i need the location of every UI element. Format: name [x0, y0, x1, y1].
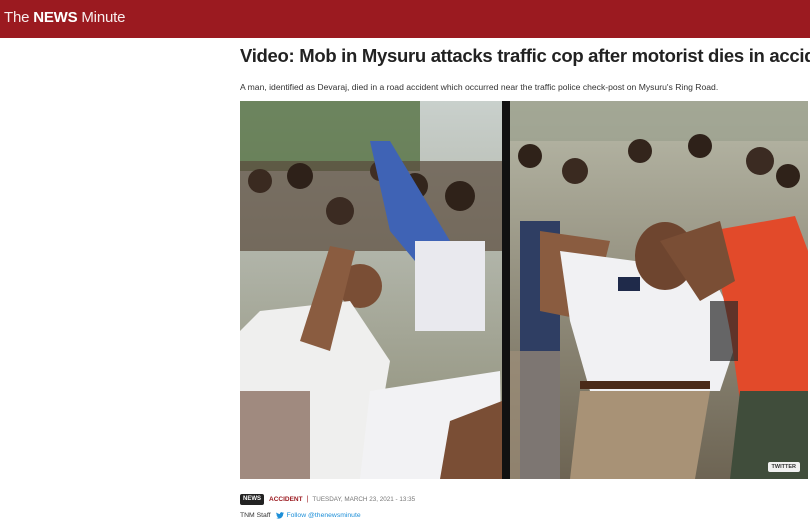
video-frame-image: [240, 101, 808, 479]
logo-text-suffix: Minute: [77, 9, 126, 26]
section-badge: NEWS: [240, 494, 264, 505]
article-video[interactable]: TWITTER: [240, 101, 808, 479]
article-summary: A man, identified as Devaraj, died in a …: [240, 82, 719, 92]
follow-label: Follow @thenewsminute: [286, 512, 361, 519]
twitter-bird-icon: [276, 512, 285, 519]
follow-twitter-link[interactable]: Follow @thenewsminute: [276, 512, 361, 519]
article-headline: Video: Mob in Mysuru attacks traffic cop…: [240, 45, 810, 66]
author-name[interactable]: TNM Staff: [240, 512, 270, 519]
twitter-source-badge: TWITTER: [767, 462, 800, 472]
article-meta: NEWS ACCIDENT | TUESDAY, MARCH 23, 2021 …: [240, 494, 415, 505]
category-link[interactable]: ACCIDENT: [269, 496, 303, 503]
publish-date: TUESDAY, MARCH 23, 2021 - 13:35: [312, 496, 416, 503]
site-logo[interactable]: The NEWS Minute: [4, 9, 125, 26]
meta-separator: |: [306, 496, 309, 503]
byline: TNM Staff Follow @thenewsminute: [240, 512, 361, 519]
site-header: The NEWS Minute: [0, 0, 810, 38]
logo-text-bold: NEWS: [33, 9, 78, 26]
logo-text-prefix: The: [4, 9, 34, 26]
